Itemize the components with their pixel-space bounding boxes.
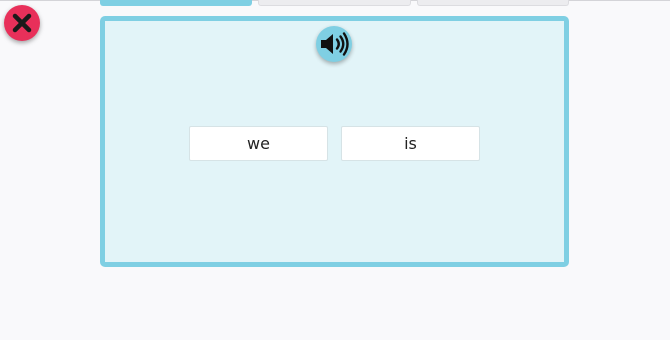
word-choice-is[interactable]: is: [341, 126, 480, 161]
word-choice-we[interactable]: we: [189, 126, 328, 161]
close-button[interactable]: [4, 5, 40, 41]
progress-bar: [100, 0, 569, 7]
close-icon: [12, 13, 32, 33]
speaker-icon: [321, 32, 349, 56]
progress-segment-2: [258, 0, 411, 6]
progress-segment-3: [417, 0, 569, 6]
play-audio-button[interactable]: [316, 26, 352, 62]
progress-segment-1: [100, 0, 252, 6]
